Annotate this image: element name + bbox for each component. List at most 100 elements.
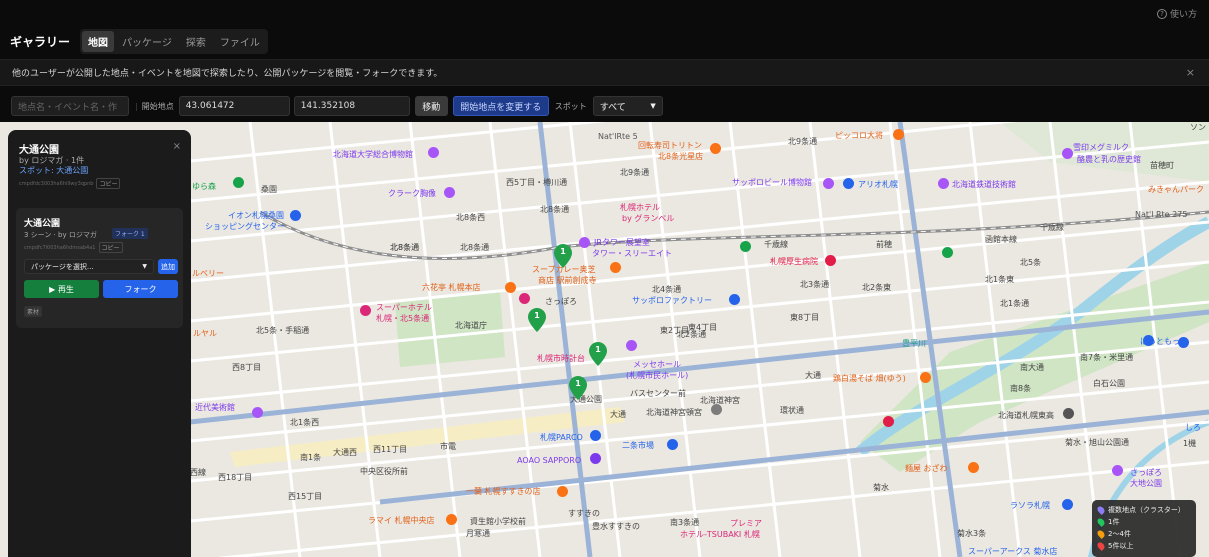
museum-icon	[252, 407, 263, 418]
map-label: 1機	[1183, 439, 1197, 448]
map-pin-cluster[interactable]: 1	[569, 376, 587, 400]
play-button[interactable]: ▶ 再生	[24, 280, 99, 298]
map-label: 東2丁目	[660, 326, 690, 335]
hospital-icon	[883, 416, 894, 427]
shopping-icon	[667, 439, 678, 450]
latitude-input[interactable]: 43.061472	[178, 96, 290, 116]
package-title: 大通公園	[24, 219, 61, 229]
museum-icon	[938, 178, 949, 189]
legend-item: 1件	[1096, 516, 1190, 528]
map-label: Nat'l Rte 275	[1135, 210, 1188, 219]
map-label: プレミア	[730, 519, 762, 528]
map-label: ピッコロ大将	[835, 131, 883, 140]
shopping-icon	[1062, 499, 1073, 510]
tag-badge: 素材	[24, 306, 43, 317]
map-label: 中央区役所前	[360, 467, 408, 476]
change-start-button[interactable]: 開始地点を変更する	[452, 96, 549, 116]
map-label: 北3条通	[800, 280, 830, 289]
tab-explore[interactable]: 探索	[180, 31, 212, 52]
map-legend: 複数地点（クラスター） 1件 2〜4件 5件以上	[1092, 500, 1196, 557]
spot-select[interactable]: すべて ▼	[592, 96, 663, 116]
map-pin-cluster[interactable]: 1	[528, 308, 546, 332]
park-icon	[942, 247, 953, 258]
park-icon	[233, 177, 244, 188]
map-label: 豊平川	[902, 339, 926, 348]
map-label: ショッピングセンター	[205, 222, 285, 231]
close-icon[interactable]: ×	[1186, 66, 1195, 79]
panel-id: cmpdfdc3003ha6hi9wy3qpnb	[19, 180, 94, 187]
map-label: すすきの	[568, 509, 600, 518]
map-label: 菊水3条	[957, 529, 987, 538]
tower-icon	[579, 237, 590, 248]
add-button[interactable]: 追加	[158, 259, 178, 274]
top-strip: ? 使い方	[0, 0, 1209, 28]
map-label: 札幌市時計台	[537, 354, 585, 363]
map-label: 北5条	[1020, 258, 1042, 267]
restaurant-icon	[505, 282, 516, 293]
tab-map[interactable]: 地図	[82, 31, 115, 52]
map-pin-cluster[interactable]: 1	[554, 244, 572, 268]
map-label: 北海道札幌東高	[998, 411, 1054, 420]
copy-button[interactable]: コピー	[98, 242, 123, 253]
map-label: ルベリー	[192, 269, 224, 278]
map-label: スーパーアークス 菊水店	[968, 547, 1058, 556]
map-label: 大地公園	[1130, 479, 1162, 488]
info-banner: 他のユーザーが公開した地点・イベントを地図で探索したり、公開パッケージを閲覧・フ…	[0, 59, 1209, 86]
map-label: バスセンター前	[630, 389, 686, 398]
map-label: イオン札幌桑園	[228, 211, 284, 220]
map-label: 東4丁目	[688, 323, 718, 332]
map-label: 北8条通	[460, 243, 490, 252]
close-icon[interactable]: ×	[173, 141, 181, 152]
map-label: 一蘭 札幌すすきの店	[466, 487, 541, 496]
panel-spot-link[interactable]: スポット: 大通公園	[19, 165, 88, 176]
tab-packages[interactable]: パッケージ	[116, 31, 178, 52]
hotel-icon	[519, 293, 530, 304]
spot-select-value: すべて	[599, 102, 626, 113]
theater-icon	[626, 340, 637, 351]
map-label: 北2条東	[862, 283, 892, 292]
shopping-icon	[843, 178, 854, 189]
map-label: ルヤル	[193, 329, 217, 338]
map-label: ゆら森	[192, 182, 216, 191]
park-icon	[740, 241, 751, 252]
pin-count: 1	[560, 247, 566, 256]
navbar: ギャラリー 地図 パッケージ 探索 ファイル	[0, 28, 1209, 55]
restaurant-icon	[446, 514, 457, 525]
map-label: AOAO SAPPORO	[517, 456, 582, 465]
map-label: 大通西	[333, 448, 357, 457]
landmark-icon	[444, 187, 455, 198]
restaurant-icon	[557, 486, 568, 497]
marker-icon	[1096, 541, 1106, 551]
map-label: 南3条通	[670, 518, 700, 527]
legend-label: 2〜4件	[1108, 530, 1131, 538]
map-label: 北1条西	[290, 418, 320, 427]
shrine-icon	[711, 404, 722, 415]
map-label: JRタワー展望室	[594, 238, 650, 247]
map-label: メッセホール	[633, 360, 681, 369]
tab-files[interactable]: ファイル	[214, 31, 266, 52]
shopping-icon	[729, 294, 740, 305]
shopping-icon	[590, 430, 601, 441]
copy-button[interactable]: コピー	[96, 178, 121, 189]
longitude-input[interactable]: 141.352108	[293, 96, 410, 116]
pin-count: 1	[575, 379, 581, 388]
hotel-icon	[590, 453, 601, 464]
move-button[interactable]: 移動	[414, 96, 448, 116]
search-input[interactable]: 地点名・イベント名・作	[11, 96, 129, 116]
package-select[interactable]: パッケージを選択... ▼	[24, 259, 154, 274]
tab-bar: 地図 パッケージ 探索 ファイル	[80, 29, 268, 54]
map-label: 北海道庁	[455, 321, 487, 330]
restaurant-icon	[893, 129, 904, 140]
fork-button[interactable]: フォーク	[103, 280, 178, 298]
map-label: 桑園	[261, 185, 277, 194]
museum-icon	[428, 147, 439, 158]
museum-icon	[823, 178, 834, 189]
map-label: by グランベル	[622, 214, 675, 223]
map-label: ラマイ 札幌中央店	[368, 516, 435, 525]
museum-icon	[1062, 148, 1073, 159]
map-label: 札幌ホテル	[620, 203, 660, 212]
help-link[interactable]: ? 使い方	[1156, 7, 1197, 20]
map-pin-cluster[interactable]: 1	[589, 342, 607, 366]
map-label: 月寒通	[466, 529, 490, 538]
map-label: 六花亭 札幌本店	[422, 283, 481, 292]
